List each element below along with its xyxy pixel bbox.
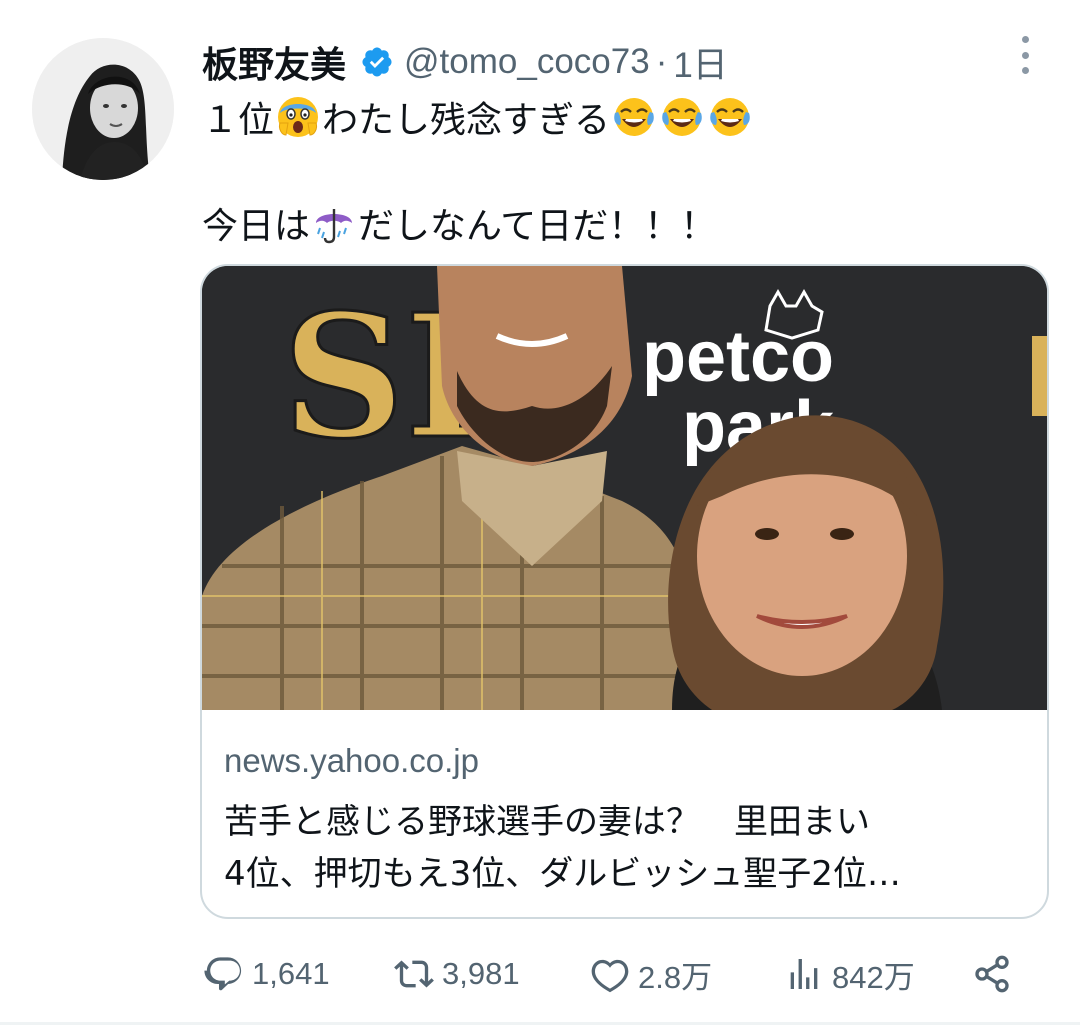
share-button[interactable] <box>972 948 1020 1000</box>
face-with-tears-of-joy-emoji-icon <box>662 98 702 136</box>
share-icon <box>975 955 1009 993</box>
separator-dot: · <box>655 42 668 81</box>
reply-icon <box>204 957 242 991</box>
more-options-icon[interactable] <box>1010 36 1040 74</box>
author-name[interactable]: 板野友美 <box>202 36 346 88</box>
retweet-icon <box>394 960 434 988</box>
avatar-image <box>32 38 174 180</box>
tweet-text-segment: 今日は <box>202 206 311 247</box>
views-chart-icon <box>790 959 818 989</box>
retweet-button[interactable]: 3,981 <box>394 948 520 1000</box>
face-with-tears-of-joy-emoji-icon <box>614 98 654 136</box>
avatar[interactable] <box>32 38 174 180</box>
card-title[interactable]: 苦手と感じる野球選手の妻は？ 里田まい 4位、押切もえ3位、ダルビッシュ聖子2位… <box>224 796 1024 900</box>
heart-icon <box>591 959 629 993</box>
like-button[interactable]: 2.8万 <box>590 948 712 1000</box>
retweet-count: 3,981 <box>442 956 520 991</box>
screaming-face-emoji-icon <box>278 97 319 137</box>
sponsor-text-line-1: petco <box>642 317 834 397</box>
verified-badge-icon <box>362 47 392 77</box>
views-button[interactable]: 842万 <box>784 948 915 1000</box>
reply-count: 1,641 <box>252 956 330 991</box>
tweet-text-segment: １位 <box>202 100 275 141</box>
card-title-line-1: 苦手と感じる野球選手の妻は？ 里田まい <box>224 802 870 842</box>
umbrella-with-rain-emoji-icon <box>316 209 353 244</box>
card-domain: news.yahoo.co.jp <box>224 742 479 779</box>
tweet-text-line-2: 今日は だしなんて日だ！！！ <box>202 198 716 248</box>
views-count: 842万 <box>832 959 915 995</box>
tweet-header: 板野友美 @tomo_coco73 · 1日 <box>202 34 728 90</box>
reply-button[interactable]: 1,641 <box>204 948 330 1000</box>
link-preview-card[interactable]: SD petco park news.yahoo.co.jp 苦手と感じる野球選… <box>200 264 1049 919</box>
tweet-text-segment: だしなんて日だ！！！ <box>358 206 717 247</box>
face-with-tears-of-joy-emoji-icon <box>710 98 750 136</box>
action-bar: 1,641 3,981 2.8万 842万 <box>202 948 1032 1000</box>
tweet-timestamp[interactable]: 1日 <box>673 37 727 88</box>
author-handle[interactable]: @tomo_coco73 <box>404 42 650 82</box>
like-count: 2.8万 <box>638 959 713 995</box>
tweet-text-line-1: １位 わたし残念すぎる <box>202 92 754 142</box>
card-title-line-2: 4位、押切もえ3位、ダルビッシュ聖子2位… <box>224 854 901 894</box>
card-image: SD petco park <box>202 266 1047 710</box>
tweet-text-segment: わたし残念すぎる <box>322 100 611 141</box>
